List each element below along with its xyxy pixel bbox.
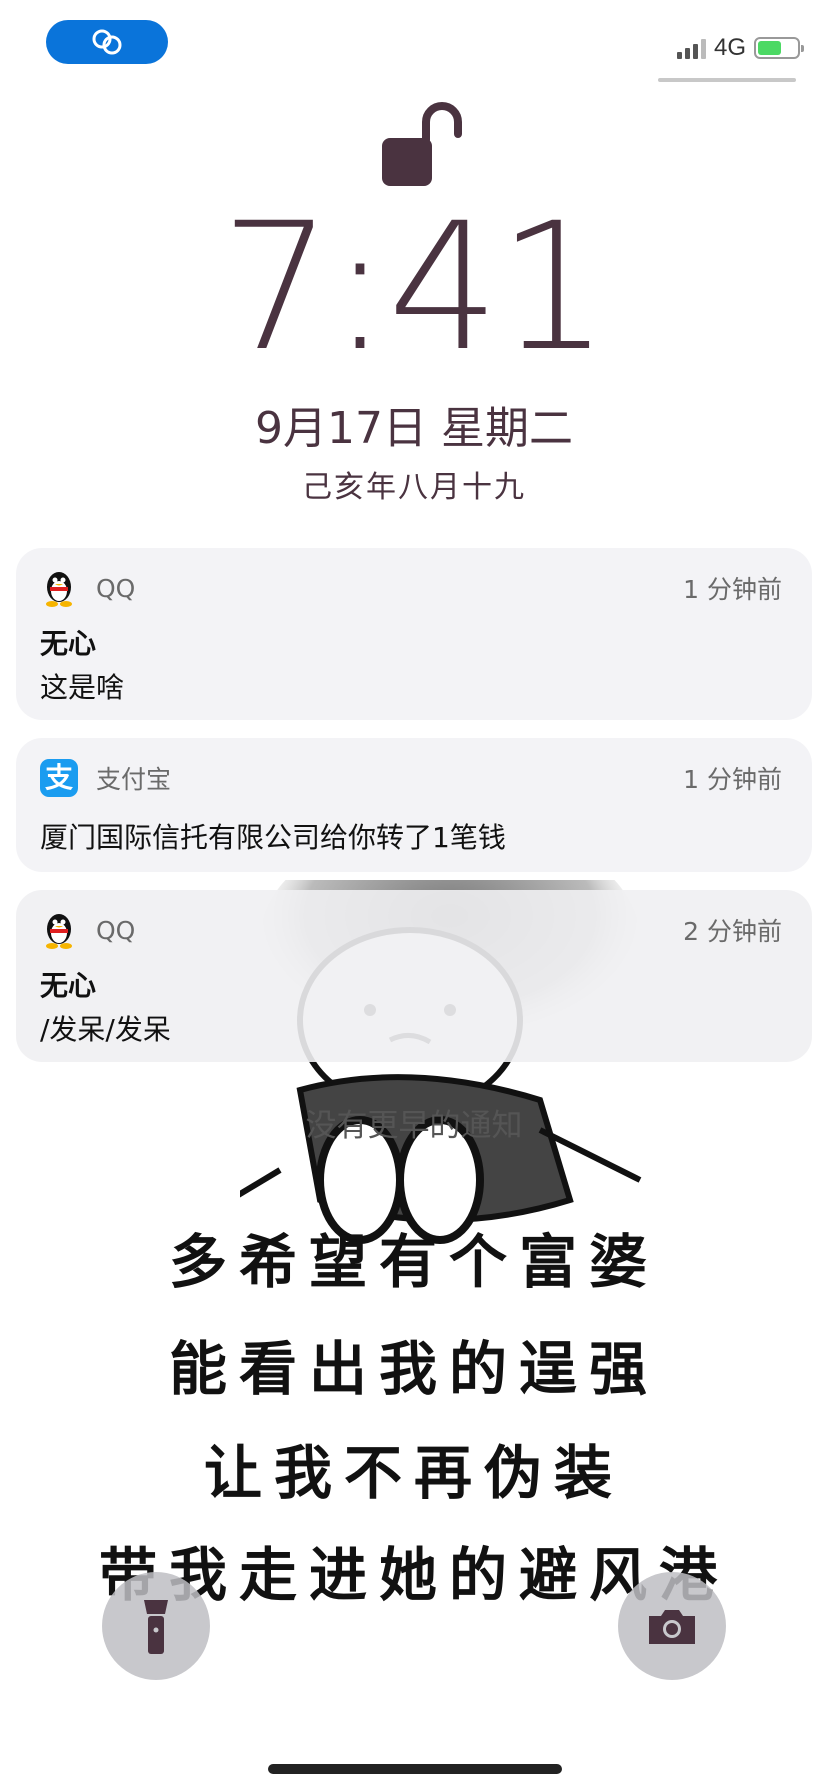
- notification-card[interactable]: QQ 2 分钟前 无心 /发呆/发呆: [16, 890, 812, 1062]
- wallpaper-line-1: 多希望有个富婆: [168, 1228, 659, 1296]
- notification-time: 1 分钟前: [683, 575, 782, 604]
- notification-title: 无心: [40, 627, 97, 660]
- notification-time: 2 分钟前: [683, 917, 782, 946]
- camera-icon: [649, 1610, 695, 1644]
- status-pill[interactable]: [46, 20, 168, 64]
- flashlight-button[interactable]: [102, 1572, 210, 1680]
- notification-body: 这是啥: [40, 671, 125, 704]
- notification-title: 无心: [40, 969, 97, 1002]
- lunar-date-label: 己亥年八月十九: [302, 470, 526, 505]
- notification-card[interactable]: 支 支付宝 1 分钟前 厦门国际信托有限公司给你转了1笔钱: [16, 738, 812, 872]
- no-earlier-notifications-label: 没有更早的通知: [305, 1108, 523, 1144]
- lock-screen: 多希望有个富婆 能看出我的逞强 让我不再伪装 带我走进她的避风港 4G 7:41…: [0, 0, 828, 1792]
- notification-app-name: QQ: [96, 573, 136, 603]
- status-indicators: 4G: [676, 34, 804, 62]
- notification-time: 1 分钟前: [683, 765, 782, 794]
- wallpaper-line-3: 让我不再伪装: [203, 1439, 624, 1507]
- clock-time: 7:41: [220, 185, 609, 390]
- home-indicator[interactable]: [268, 1764, 562, 1774]
- alipay-icon: 支: [40, 759, 78, 797]
- notification-app-name: QQ: [96, 915, 136, 945]
- date-label: 9月17日 星期二: [255, 403, 573, 454]
- notification-card[interactable]: QQ 1 分钟前 无心 这是啥: [16, 548, 812, 720]
- camera-button[interactable]: [618, 1572, 726, 1680]
- wallpaper-line-2: 能看出我的逞强: [168, 1335, 659, 1403]
- qq-penguin-icon: [40, 569, 78, 607]
- control-center-indicator[interactable]: [658, 78, 796, 82]
- flashlight-icon: [144, 1600, 168, 1654]
- unlocked-padlock-icon: [382, 102, 462, 186]
- notification-body: /发呆/发呆: [40, 1013, 171, 1046]
- notification-body: 厦门国际信托有限公司给你转了1笔钱: [40, 821, 506, 854]
- signal-strength-icon: [676, 37, 706, 59]
- battery-icon: [754, 37, 804, 59]
- network-type: 4G: [713, 34, 746, 61]
- notification-app-name: 支付宝: [96, 765, 172, 794]
- link-icon: [92, 29, 122, 55]
- qq-penguin-icon: [40, 911, 78, 949]
